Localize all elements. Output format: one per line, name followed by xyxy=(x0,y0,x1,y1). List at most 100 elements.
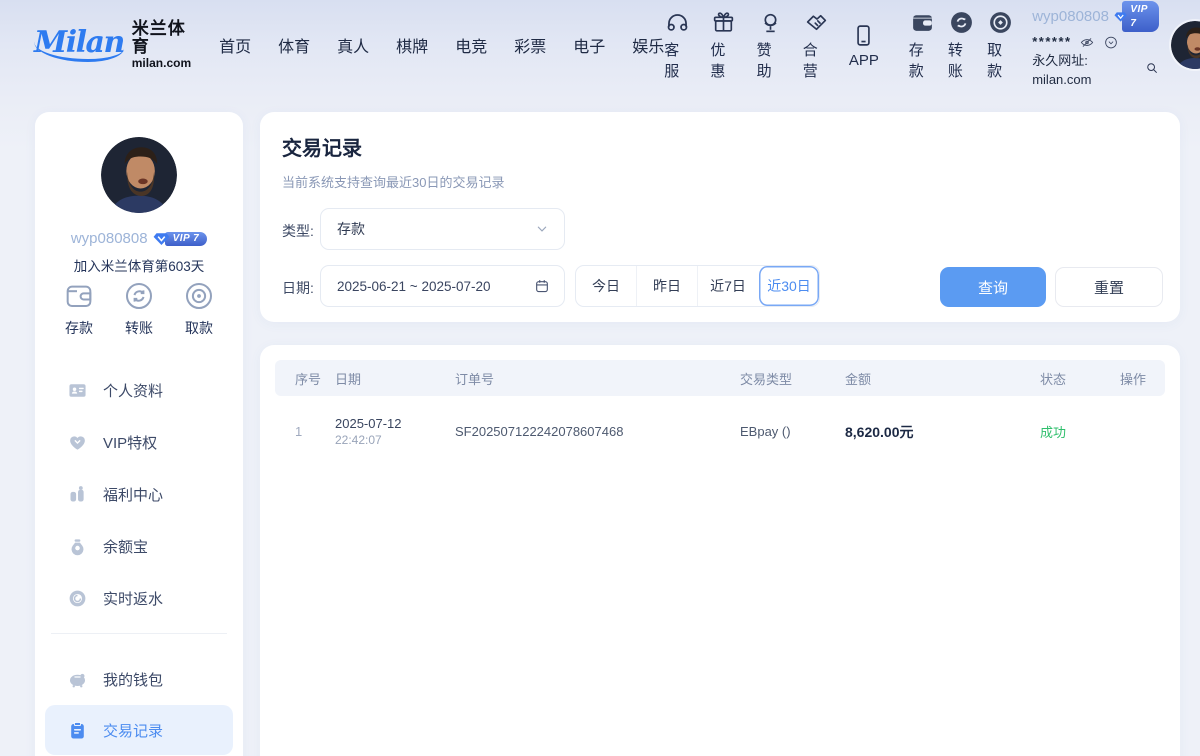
brand-name-cn: 米兰体育 xyxy=(132,20,191,57)
sidebar-item-label: 福利中心 xyxy=(103,484,163,505)
nav-item-slots[interactable]: 电子 xyxy=(573,33,605,57)
customer-service-button[interactable]: 客服 xyxy=(664,9,691,81)
sidebar-user-row: wyp080808 VIP 7 xyxy=(35,230,243,247)
nav-item-entertainment[interactable]: 娱乐 xyxy=(632,33,664,57)
cell-date-time: 22:42:07 xyxy=(335,433,455,447)
user-avatar[interactable] xyxy=(1171,21,1200,69)
date-quick-ranges: 今日 昨日 近7日 近30日 xyxy=(575,265,820,307)
cell-date-day: 2025-07-12 xyxy=(335,416,455,431)
transactions-table: 序号 日期 订单号 交易类型 金额 状态 操作 1 2025-07-12 22:… xyxy=(275,360,1165,461)
piggy-bank-icon xyxy=(67,669,88,690)
brand-logo[interactable]: Milan 米兰体育 milan.com xyxy=(34,20,191,71)
cell-action xyxy=(1120,396,1165,461)
transfer-label: 转账 xyxy=(948,39,975,81)
masked-balance: ****** xyxy=(1032,33,1071,51)
nav-item-cards[interactable]: 棋牌 xyxy=(396,33,428,57)
sidebar-transfer-label: 转账 xyxy=(125,318,153,338)
col-type: 交易类型 xyxy=(740,360,845,396)
page: Milan 米兰体育 milan.com 首页 体育 真人 棋牌 电竞 彩票 电… xyxy=(0,0,1200,756)
sidebar-item-yuebao[interactable]: 余额宝 xyxy=(35,520,243,572)
range-7days-button[interactable]: 近7日 xyxy=(697,266,758,306)
transfer-button[interactable]: 转账 xyxy=(948,9,975,81)
user-info: wyp080808 VIP 7 ****** 永久网址: milan.com xyxy=(1032,1,1159,89)
sidebar-item-transaction-records[interactable]: 交易记录 xyxy=(45,705,233,755)
handshake-icon xyxy=(803,9,830,36)
sidebar-item-profile[interactable]: 个人资料 xyxy=(35,364,243,416)
sidebar-username: wyp080808 xyxy=(71,230,148,247)
table-header-row: 序号 日期 订单号 交易类型 金额 状态 操作 xyxy=(275,360,1165,396)
brand-domain: milan.com xyxy=(132,57,191,70)
clipboard-icon xyxy=(67,720,88,741)
deposit-button[interactable]: 存款 xyxy=(909,9,936,81)
sidebar-deposit-label: 存款 xyxy=(65,318,93,338)
sidebar-item-label: VIP特权 xyxy=(103,432,157,453)
deposit-label: 存款 xyxy=(909,39,936,81)
partnership-label: 合营 xyxy=(803,39,830,81)
promotions-label: 优惠 xyxy=(710,39,737,81)
date-range-input[interactable]: 2025-06-21 ~ 2025-07-20 xyxy=(320,265,565,307)
range-30days-button[interactable]: 近30日 xyxy=(758,266,819,306)
sidebar-item-label: 我的钱包 xyxy=(103,669,163,690)
cell-type: EBpay () xyxy=(740,396,845,461)
vip-level-label: VIP 7 xyxy=(1122,1,1159,32)
nav-item-sports[interactable]: 体育 xyxy=(278,33,310,57)
sidebar-quick-actions: 存款 转账 取款 xyxy=(35,280,243,338)
permanent-url: 永久网址: milan.com xyxy=(1032,52,1142,88)
customer-service-label: 客服 xyxy=(664,39,691,81)
sidebar-withdraw-label: 取款 xyxy=(185,318,213,338)
sidebar-avatar[interactable] xyxy=(101,137,177,213)
sponsorship-button[interactable]: 赞助 xyxy=(757,9,784,81)
refresh-balance-icon[interactable] xyxy=(1103,35,1120,50)
headset-icon xyxy=(664,9,691,36)
header: Milan 米兰体育 milan.com 首页 体育 真人 棋牌 电竞 彩票 电… xyxy=(0,0,1200,90)
nav-item-home[interactable]: 首页 xyxy=(219,33,251,57)
withdraw-button[interactable]: 取款 xyxy=(987,9,1014,81)
money-bag-icon xyxy=(67,536,88,557)
gift-icon xyxy=(710,9,737,36)
range-today-button[interactable]: 今日 xyxy=(576,266,636,306)
chevron-down-icon xyxy=(534,221,550,237)
promotions-button[interactable]: 优惠 xyxy=(710,9,737,81)
sidebar-item-welfare[interactable]: 福利中心 xyxy=(35,468,243,520)
sidebar-divider xyxy=(51,633,227,634)
wallet-outline-icon xyxy=(63,280,95,312)
cell-status: 成功 xyxy=(1040,396,1120,461)
permanent-url-row: 永久网址: milan.com xyxy=(1032,52,1159,88)
vip-heart-icon xyxy=(67,432,88,453)
avatar-image xyxy=(1171,21,1200,69)
sidebar-avatar-image xyxy=(101,137,177,213)
calendar-icon xyxy=(534,278,550,294)
nav-item-esports[interactable]: 电竞 xyxy=(455,33,487,57)
transfer-icon xyxy=(948,9,975,36)
eye-off-icon[interactable] xyxy=(1079,35,1096,50)
reset-button[interactable]: 重置 xyxy=(1055,267,1163,307)
sidebar-item-my-wallet[interactable]: 我的钱包 xyxy=(35,653,243,705)
profile-sidebar: wyp080808 VIP 7 加入米兰体育第603天 存款 转账 取款 xyxy=(35,112,243,756)
trophy-icon xyxy=(757,9,784,36)
sidebar-item-vip[interactable]: VIP特权 xyxy=(35,416,243,468)
sidebar-menu: 个人资料 VIP特权 福利中心 余额宝 实时返水 xyxy=(35,364,243,624)
app-label: APP xyxy=(849,52,879,69)
sidebar-wallet-menu: 我的钱包 交易记录 xyxy=(35,653,243,755)
search-button[interactable]: 查询 xyxy=(940,267,1046,307)
magnifier-icon[interactable] xyxy=(1145,61,1159,80)
vip-diamond-icon xyxy=(1114,9,1127,24)
col-status: 状态 xyxy=(1040,360,1120,396)
sidebar-item-rebate[interactable]: 实时返水 xyxy=(35,572,243,624)
nav-item-lottery[interactable]: 彩票 xyxy=(514,33,546,57)
type-select[interactable]: 存款 xyxy=(320,208,565,250)
range-yesterday-button[interactable]: 昨日 xyxy=(636,266,697,306)
filter-panel: 交易记录 当前系统支持查询最近30日的交易记录 类型: 存款 日期: 2025-… xyxy=(260,112,1180,322)
nav-item-live[interactable]: 真人 xyxy=(337,33,369,57)
phone-icon xyxy=(850,22,877,49)
sidebar-transfer-button[interactable]: 转账 xyxy=(123,280,155,338)
username: wyp080808 xyxy=(1032,6,1109,27)
cell-order-no: SF202507122242078607468 xyxy=(455,396,740,461)
col-amount: 金额 xyxy=(845,360,1040,396)
sidebar-vip-badge: VIP 7 xyxy=(153,231,208,246)
partnership-button[interactable]: 合营 xyxy=(803,9,830,81)
type-label: 类型: xyxy=(282,221,314,241)
app-download-button[interactable]: APP xyxy=(849,22,879,69)
sidebar-withdraw-button[interactable]: 取款 xyxy=(183,280,215,338)
sidebar-deposit-button[interactable]: 存款 xyxy=(63,280,95,338)
